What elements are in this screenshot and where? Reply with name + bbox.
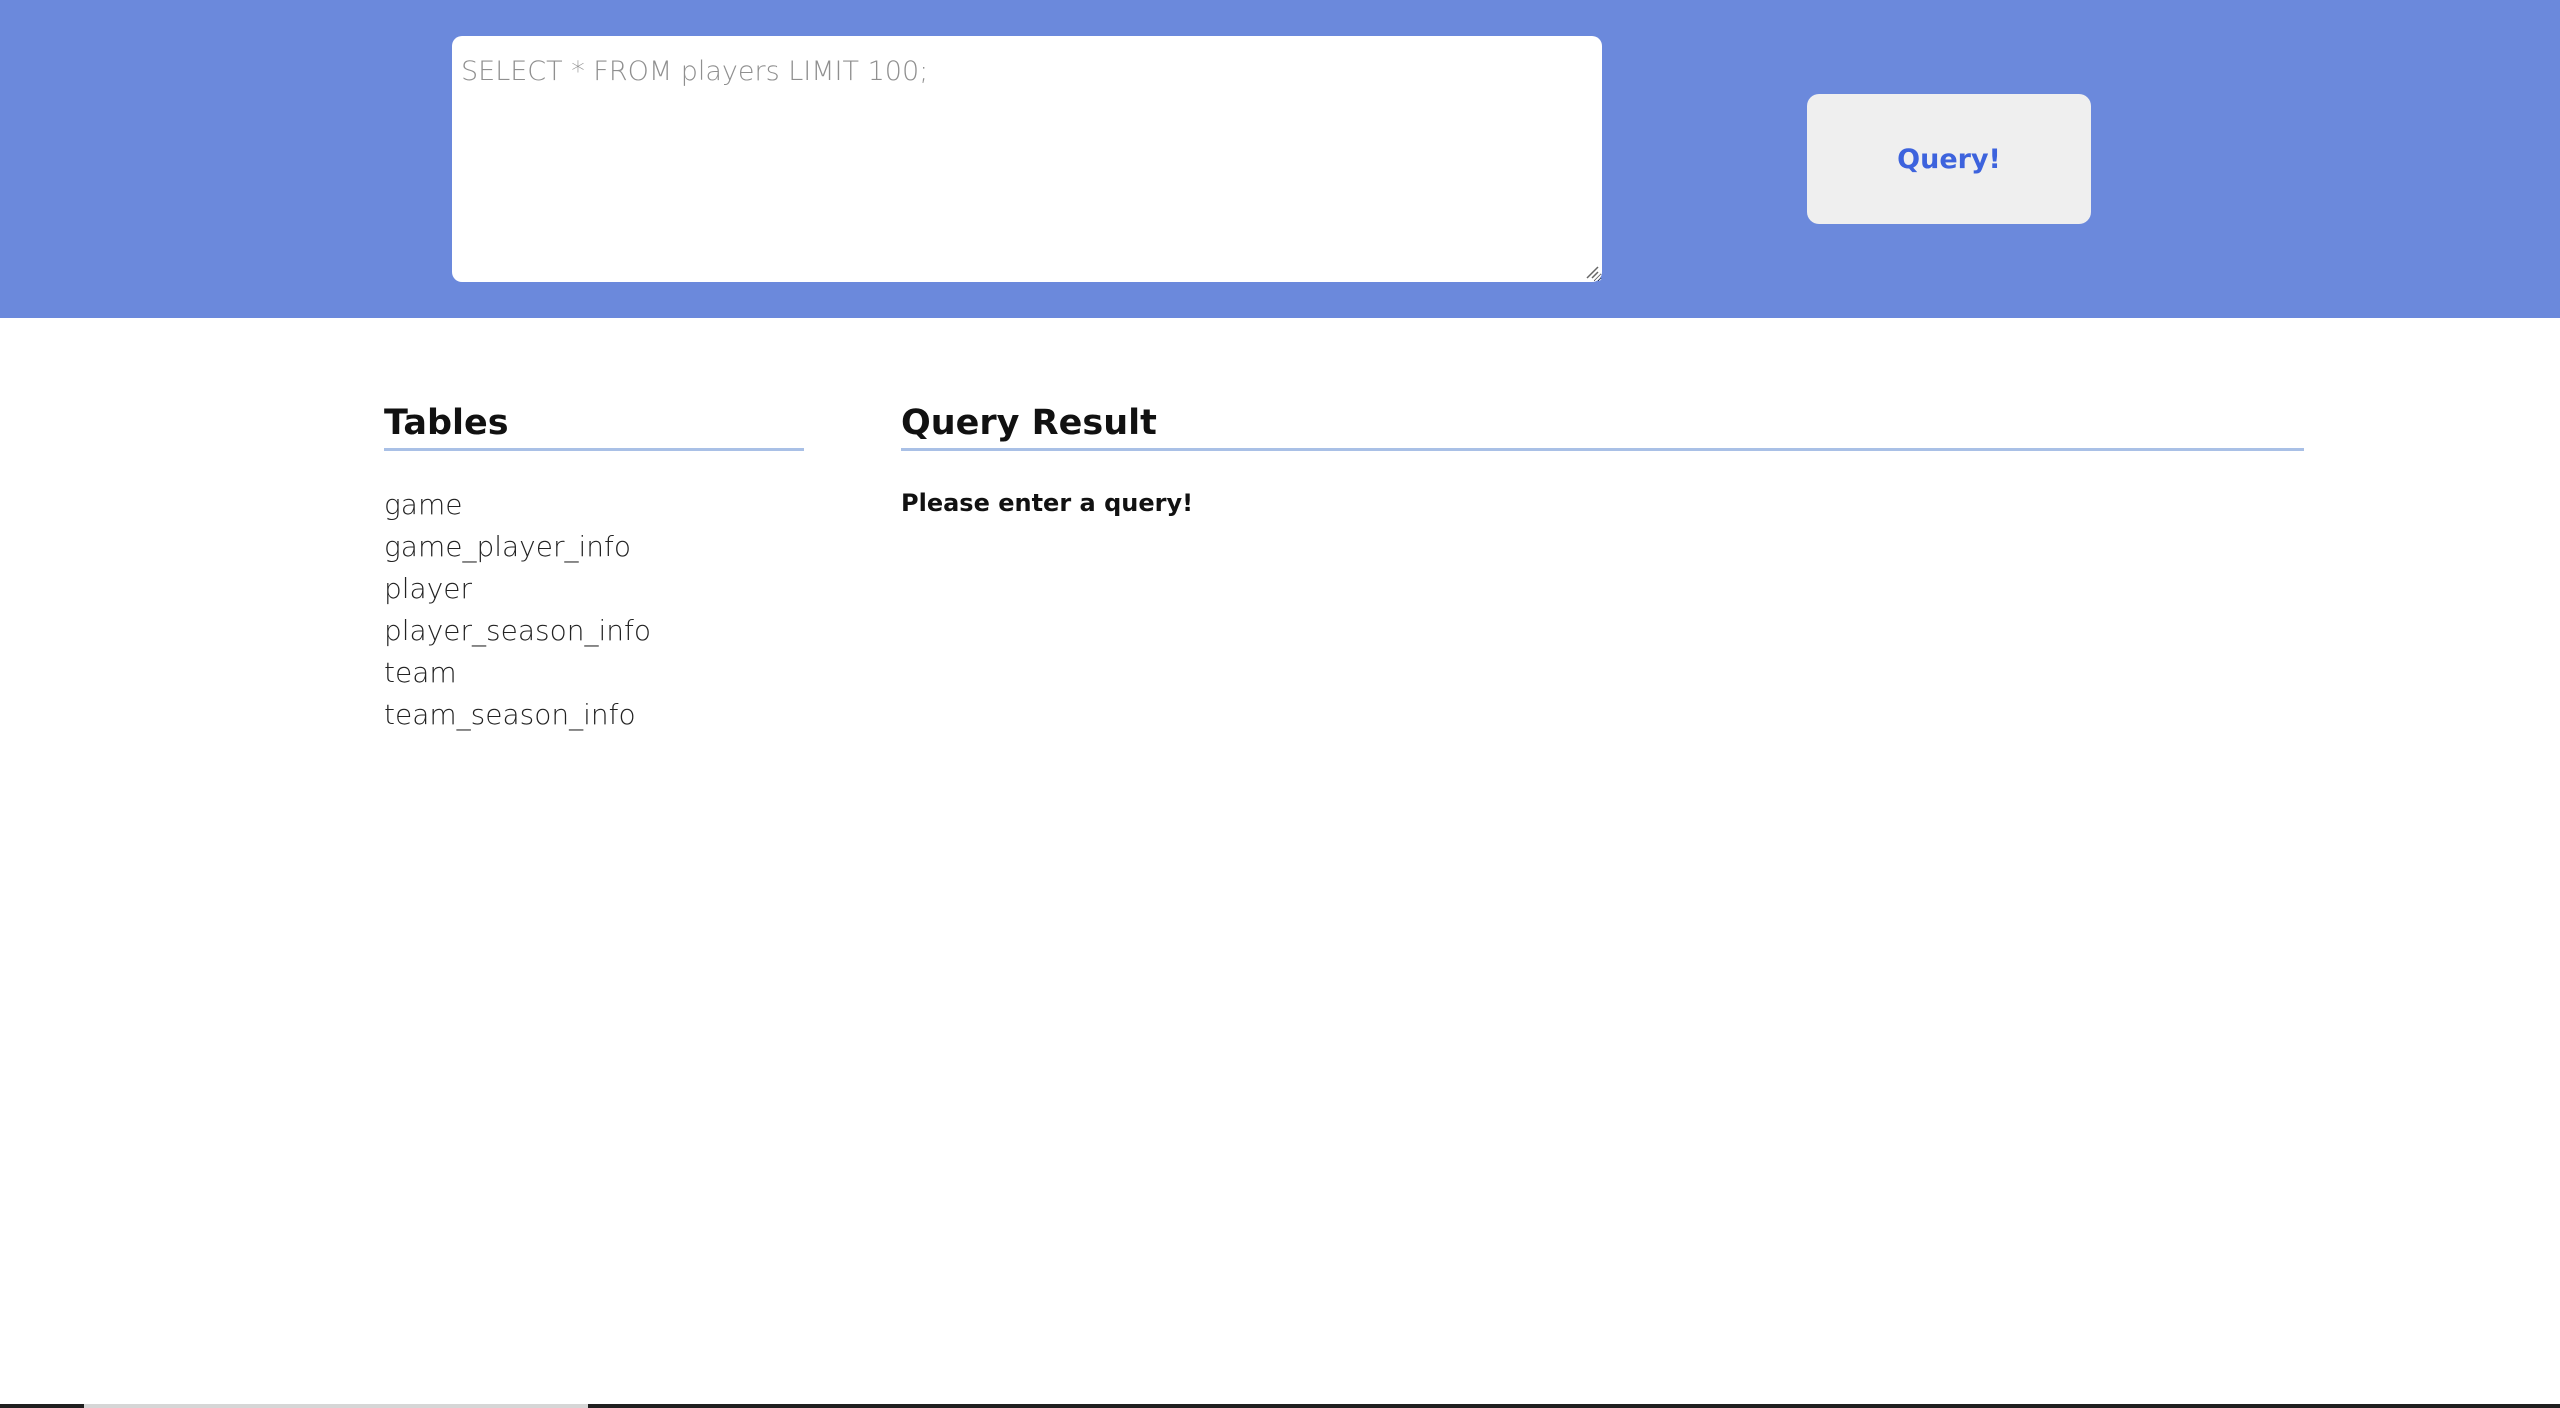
table-item-game[interactable]: game: [384, 484, 804, 526]
query-result-panel: Query Result Please enter a query!: [901, 400, 2304, 517]
sql-query-input[interactable]: [452, 36, 1602, 282]
table-item-team[interactable]: team: [384, 652, 804, 694]
table-item-player-season-info[interactable]: player_season_info: [384, 610, 804, 652]
scrollbar-thumb[interactable]: [84, 1404, 588, 1408]
tables-panel: Tables game game_player_info player play…: [384, 400, 804, 736]
tables-heading: Tables: [384, 400, 804, 451]
query-button[interactable]: Query!: [1807, 94, 2091, 224]
result-message: Please enter a query!: [901, 489, 1194, 517]
query-header: Query!: [0, 0, 2560, 318]
table-item-player[interactable]: player: [384, 568, 804, 610]
table-list: game game_player_info player player_seas…: [384, 484, 804, 736]
table-item-game-player-info[interactable]: game_player_info: [384, 526, 804, 568]
query-result-heading: Query Result: [901, 400, 2304, 451]
table-item-team-season-info[interactable]: team_season_info: [384, 694, 804, 736]
